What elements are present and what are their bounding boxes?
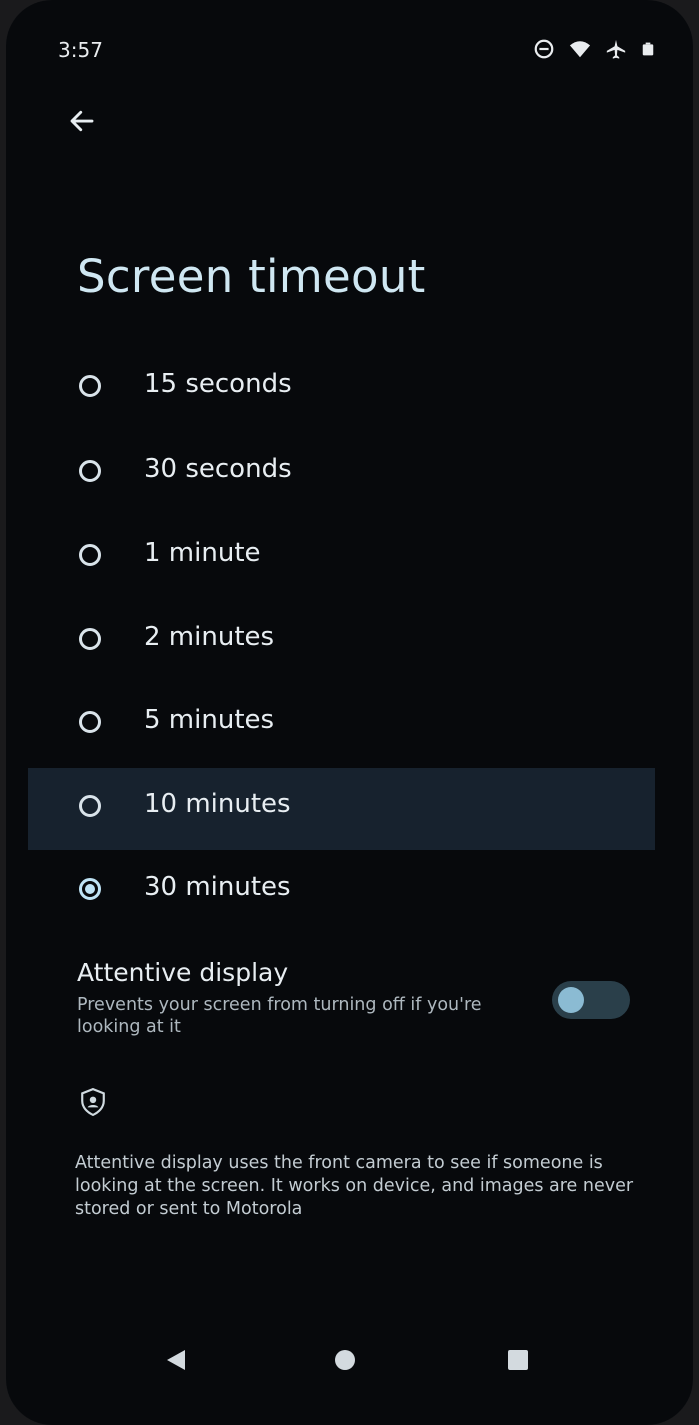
option-label: 2 minutes [144, 622, 274, 652]
timeout-option-15-seconds[interactable]: 15 seconds [6, 348, 693, 430]
toggle-thumb [558, 987, 584, 1013]
option-label: 10 minutes [144, 789, 291, 819]
shield-icon [80, 1088, 106, 1116]
option-label: 30 minutes [144, 872, 291, 902]
square-recents-icon [507, 1349, 529, 1371]
option-label: 15 seconds [144, 369, 292, 399]
back-button[interactable] [60, 104, 104, 138]
option-label: 30 seconds [144, 454, 292, 484]
timeout-option-30-minutes[interactable]: 30 minutes [6, 851, 693, 933]
timeout-option-30-seconds[interactable]: 30 seconds [6, 433, 693, 515]
attentive-display-description: Prevents your screen from turning off if… [77, 994, 517, 1038]
nav-back-button[interactable] [154, 1340, 198, 1380]
phone-frame: 3:57 Screen timeout 15 seconds 30 second… [6, 0, 693, 1425]
attentive-display-toggle[interactable] [552, 981, 630, 1019]
privacy-info-text: Attentive display uses the front camera … [75, 1152, 635, 1221]
page-title: Screen timeout [77, 250, 426, 303]
nav-recents-button[interactable] [496, 1340, 540, 1380]
airplane-icon [605, 38, 627, 60]
option-label: 1 minute [144, 538, 261, 568]
circle-home-icon [334, 1349, 356, 1371]
timeout-option-5-minutes[interactable]: 5 minutes [6, 684, 693, 766]
radio-button[interactable] [79, 375, 101, 397]
radio-button-selected[interactable] [79, 878, 101, 900]
triangle-back-icon [165, 1348, 187, 1372]
do-not-disturb-icon [533, 38, 555, 60]
status-icons [533, 38, 655, 60]
radio-button[interactable] [79, 795, 101, 817]
timeout-option-2-minutes[interactable]: 2 minutes [6, 601, 693, 683]
radio-button[interactable] [79, 544, 101, 566]
timeout-option-10-minutes[interactable]: 10 minutes [28, 768, 655, 850]
arrow-left-icon [67, 106, 97, 136]
status-time: 3:57 [58, 38, 103, 62]
attentive-display-title: Attentive display [77, 958, 288, 987]
radio-button[interactable] [79, 460, 101, 482]
timeout-option-1-minute[interactable]: 1 minute [6, 517, 693, 599]
option-label: 5 minutes [144, 705, 274, 735]
radio-button[interactable] [79, 711, 101, 733]
nav-home-button[interactable] [323, 1340, 367, 1380]
radio-button[interactable] [79, 628, 101, 650]
wifi-icon [569, 38, 591, 60]
battery-icon [641, 38, 655, 60]
